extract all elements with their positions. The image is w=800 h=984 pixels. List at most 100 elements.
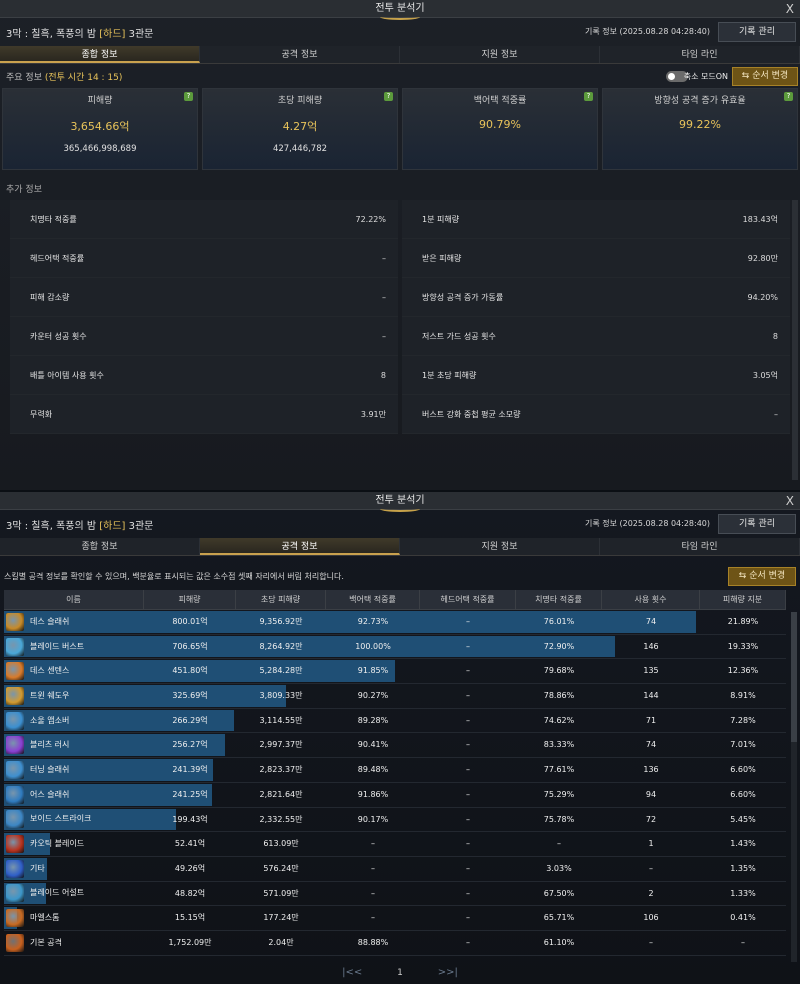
extra-info-row: 피해 감소량 – bbox=[10, 278, 398, 317]
table-row[interactable]: 마엘스톰 15.15억 177.24만 – – 65.71% 106 0.41% bbox=[4, 906, 786, 931]
cell-crit: 67.50% bbox=[543, 888, 575, 898]
table-row[interactable]: 어스 슬래쉬 241.25억 2,821.64만 91.86% – 75.29% 94 6.6… bbox=[4, 783, 786, 808]
table-row[interactable]: 소울 앱소버 266.29억 3,114.55만 89.28% – 74.62% 71 7.2… bbox=[4, 709, 786, 734]
extra-info-row: 무력화 3.91만 bbox=[10, 395, 398, 434]
cell-uses: – bbox=[649, 937, 653, 947]
extra-info-key: 받은 피해량 bbox=[422, 253, 462, 263]
card-title: 방향성 공격 증가 유효율 bbox=[654, 96, 746, 106]
cell-uses: 135 bbox=[643, 666, 659, 676]
cell-share: 8.91% bbox=[730, 691, 756, 701]
table-row[interactable]: 터닝 슬래쉬 241.39억 2,823.37만 89.48% – 77.61% 136 6.… bbox=[4, 758, 786, 783]
table-row[interactable]: 기타 49.26억 576.24만 – – 3.03% – 1.35% bbox=[4, 857, 786, 882]
extra-info-key: 버스트 강화 중첩 평균 소모량 bbox=[422, 409, 521, 419]
tab-support[interactable]: 지원 정보 bbox=[400, 538, 600, 555]
scrollbar-thumb[interactable] bbox=[791, 612, 797, 742]
column-header[interactable]: 피해량 지분 bbox=[700, 590, 786, 609]
first-page-button[interactable]: |<< bbox=[342, 967, 362, 978]
skill-name-cell: 기타 bbox=[4, 857, 144, 881]
table-row[interactable]: 기본 공격 1,752.09만 2.04만 88.88% – 61.10% – – bbox=[4, 931, 786, 956]
extra-info-key: 피해 감소량 bbox=[30, 292, 70, 302]
pagination: |<< 1 >>| bbox=[0, 967, 800, 978]
table-row[interactable]: 카오틱 블레이드 52.41억 613.09만 – – – 1 1.43% bbox=[4, 832, 786, 857]
skill-name-cell: 터닝 슬래쉬 bbox=[4, 758, 144, 782]
tab-timeline[interactable]: 타임 라인 bbox=[600, 538, 800, 555]
card-title: 백어택 적중률 bbox=[473, 96, 527, 106]
cell-back: 100.00% bbox=[355, 641, 391, 651]
tab-summary[interactable]: 종합 정보 bbox=[0, 46, 200, 63]
skill-name: 기타 bbox=[30, 863, 45, 873]
skill-name: 블레이드 버스트 bbox=[30, 641, 85, 651]
cell-uses: 136 bbox=[643, 765, 659, 775]
extra-info-key: 1분 초당 피해량 bbox=[422, 370, 477, 380]
table-row[interactable]: 보이드 스트라이크 199.43억 2,332.55만 90.17% – 75.78% 72… bbox=[4, 808, 786, 833]
cell-crit: 77.61% bbox=[543, 765, 575, 775]
record-manage-button[interactable]: 기록 관리 bbox=[718, 514, 796, 534]
scrollbar[interactable] bbox=[792, 200, 798, 480]
cell-crit: 3.03% bbox=[546, 863, 572, 873]
extra-info-key: 저스트 가드 성공 횟수 bbox=[422, 331, 496, 341]
close-icon[interactable]: X bbox=[786, 492, 794, 510]
cell-dps: 5,284.28만 bbox=[259, 666, 303, 676]
tab-attack[interactable]: 공격 정보 bbox=[200, 538, 400, 555]
column-header[interactable]: 헤드어택 적중률 bbox=[420, 590, 516, 609]
combat-analyzer-window-summary: 전투 분석기 X 3막 : 칠흑, 폭풍의 밤 [하드] 3관문 기록 정보 (… bbox=[0, 0, 800, 490]
extra-info-value: 183.43억 bbox=[742, 214, 778, 224]
cell-head: – bbox=[466, 839, 470, 849]
cell-uses: 71 bbox=[645, 715, 657, 725]
cell-share: 19.33% bbox=[727, 641, 759, 651]
cell-share: 6.60% bbox=[730, 765, 756, 775]
skill-name: 블리츠 러시 bbox=[30, 740, 70, 750]
skill-name-cell: 어스 슬래쉬 bbox=[4, 783, 144, 807]
close-icon[interactable]: X bbox=[786, 0, 794, 18]
column-header[interactable]: 이름 bbox=[4, 590, 144, 609]
stage-name: 3막 : 칠흑, 폭풍의 밤 bbox=[6, 521, 97, 532]
cell-share: 1.33% bbox=[730, 888, 756, 898]
table-row[interactable]: 트윈 쉐도우 325.69억 3,809.33만 90.27% – 78.86% 144 8.… bbox=[4, 684, 786, 709]
card-subvalue: 427,446,782 bbox=[272, 144, 328, 154]
card-dps: 초당 피해량 ? 4.27억 427,446,782 bbox=[202, 88, 398, 170]
difficulty-label: [하드] bbox=[99, 29, 126, 40]
combat-time: (전투 시간 14 : 15) bbox=[44, 73, 123, 83]
cell-uses: 146 bbox=[643, 641, 659, 651]
cell-dps: 3,809.33만 bbox=[259, 691, 303, 701]
help-icon[interactable]: ? bbox=[784, 92, 793, 101]
cell-share: 1.43% bbox=[730, 839, 756, 849]
tab-timeline[interactable]: 타임 라인 bbox=[600, 46, 800, 63]
tab-attack[interactable]: 공격 정보 bbox=[200, 46, 400, 63]
extra-info-key: 치명타 적중률 bbox=[30, 214, 77, 224]
last-page-button[interactable]: >>| bbox=[438, 967, 458, 978]
order-change-button[interactable]: ⇆ 순서 변경 bbox=[732, 67, 798, 86]
cell-dmg: 52.41억 bbox=[174, 839, 206, 849]
column-header[interactable]: 백어택 적중률 bbox=[326, 590, 420, 609]
skill-name: 트윈 쉐도우 bbox=[30, 690, 70, 700]
table-row[interactable]: 데스 슬래쉬 800.01억 9,356.92만 92.73% – 76.01% 74 21.… bbox=[4, 610, 786, 635]
cell-dmg: 1,752.09만 bbox=[168, 937, 212, 947]
help-icon[interactable]: ? bbox=[184, 92, 193, 101]
cell-share: 5.45% bbox=[730, 814, 756, 824]
tab-support[interactable]: 지원 정보 bbox=[400, 46, 600, 63]
extra-info-key: 카운터 성공 횟수 bbox=[30, 331, 87, 341]
table-row[interactable]: 블레이드 버스트 706.65억 8,264.92만 100.00% – 72.90% 14… bbox=[4, 635, 786, 660]
table-row[interactable]: 블리츠 러시 256.27억 2,997.37만 90.41% – 83.33% 74 7.0… bbox=[4, 733, 786, 759]
current-page[interactable]: 1 bbox=[397, 968, 403, 978]
cell-crit: 61.10% bbox=[543, 937, 575, 947]
extra-info-row: 카운터 성공 횟수 – bbox=[10, 317, 398, 356]
scrollbar[interactable] bbox=[791, 612, 797, 962]
record-manage-button[interactable]: 기록 관리 bbox=[718, 22, 796, 42]
window-titlebar: 전투 분석기 X bbox=[0, 0, 800, 20]
order-change-button[interactable]: ⇆ 순서 변경 bbox=[728, 567, 796, 586]
help-icon[interactable]: ? bbox=[584, 92, 593, 101]
skill-name: 데스 센텐스 bbox=[30, 666, 70, 676]
cell-dps: 9,356.92만 bbox=[259, 617, 303, 626]
column-header[interactable]: 피해량 bbox=[144, 590, 236, 609]
table-row[interactable]: 데스 센텐스 451.80억 5,284.28만 91.85% – 79.68% 135 12… bbox=[4, 659, 786, 685]
column-header[interactable]: 초당 피해량 bbox=[236, 590, 326, 609]
table-row[interactable]: 블레이드 어설트 48.82억 571.09만 – – 67.50% 2 1.33% bbox=[4, 882, 786, 907]
column-header[interactable]: 치명타 적중률 bbox=[516, 590, 602, 609]
tab-summary[interactable]: 종합 정보 bbox=[0, 538, 200, 555]
order-change-label: 순서 변경 bbox=[749, 571, 786, 581]
extra-info-value: 3.05억 bbox=[752, 370, 778, 380]
card-directional-attack: 방향성 공격 증가 유효율 ? 99.22% bbox=[602, 88, 798, 170]
column-header[interactable]: 사용 횟수 bbox=[602, 590, 700, 609]
help-icon[interactable]: ? bbox=[384, 92, 393, 101]
